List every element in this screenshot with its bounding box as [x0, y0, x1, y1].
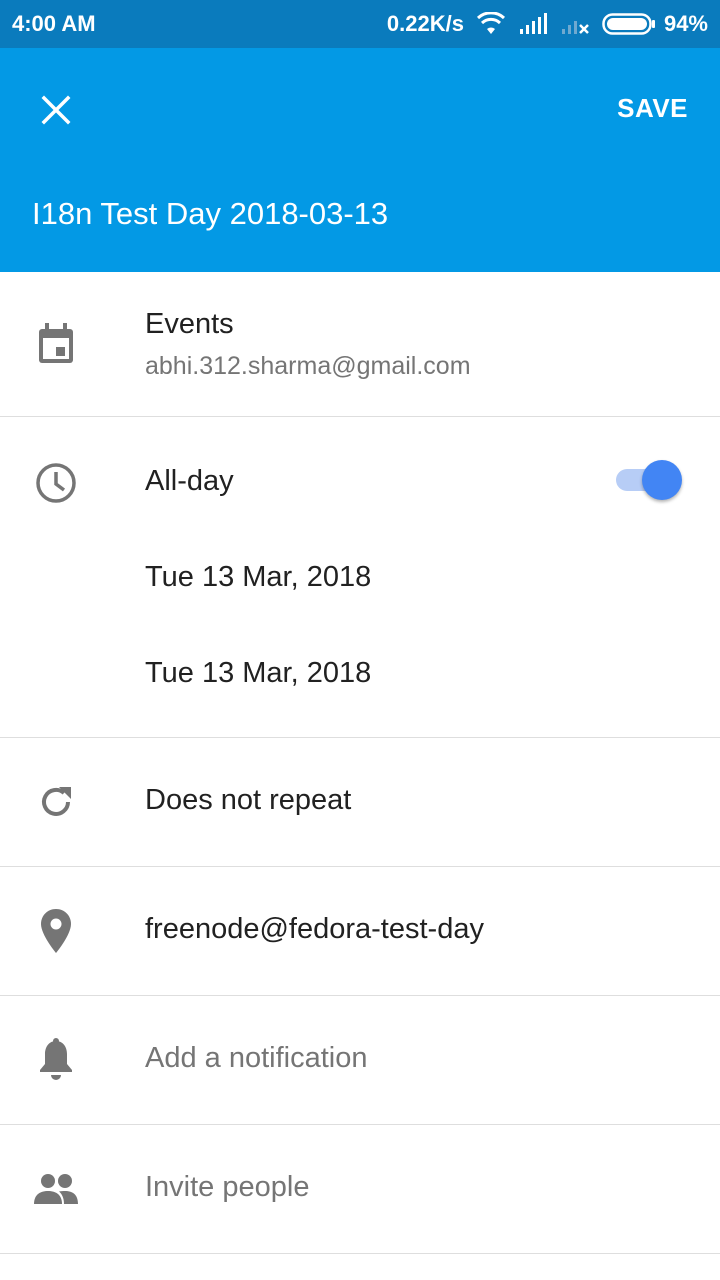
save-button[interactable]: SAVE	[617, 88, 688, 128]
repeat-icon	[32, 778, 80, 826]
status-indicators: 0.22K/s 94%	[387, 11, 708, 37]
battery-indicator: 94%	[602, 11, 708, 37]
status-bar: 4:00 AM 0.22K/s 94%	[0, 0, 720, 48]
toggle-knob	[642, 460, 682, 500]
all-day-toggle[interactable]	[616, 459, 682, 500]
repeat-row[interactable]: Does not repeat	[0, 738, 720, 867]
calendar-name: Events	[145, 308, 234, 340]
battery-icon	[602, 12, 656, 36]
clock-icon	[32, 459, 80, 507]
no-signal-icon	[560, 13, 590, 35]
repeat-label: Does not repeat	[145, 784, 352, 816]
calendar-icon	[32, 320, 80, 368]
notification-placeholder: Add a notification	[145, 1042, 368, 1074]
app-bar: SAVE I18n Test Day 2018-03-13	[0, 48, 720, 272]
invite-placeholder: Invite people	[145, 1171, 310, 1203]
time-section: All-day Tue 13 Mar, 2018 Tue 13 Mar, 201…	[0, 417, 720, 738]
notification-row[interactable]: Add a notification	[0, 996, 720, 1125]
event-title[interactable]: I18n Test Day 2018-03-13	[32, 196, 388, 232]
location-value: freenode@fedora-test-day	[145, 913, 484, 945]
bell-icon	[32, 1036, 80, 1084]
start-date[interactable]: Tue 13 Mar, 2018	[145, 561, 371, 594]
status-time: 4:00 AM	[12, 11, 96, 36]
people-icon	[32, 1165, 80, 1213]
network-speed: 0.22K/s	[386, 11, 464, 36]
calendar-account: abhi.312.sharma@gmail.com	[145, 352, 471, 380]
battery-percent: 94%	[663, 11, 708, 36]
all-day-label: All-day	[145, 465, 234, 497]
location-row[interactable]: freenode@fedora-test-day	[0, 867, 720, 996]
wifi-icon	[476, 12, 506, 36]
people-row[interactable]: Invite people	[0, 1125, 720, 1254]
location-pin-icon	[32, 907, 80, 955]
close-button[interactable]	[24, 80, 88, 144]
calendar-row[interactable]: Events abhi.312.sharma@gmail.com	[0, 272, 720, 417]
end-date[interactable]: Tue 13 Mar, 2018	[145, 657, 371, 690]
close-icon	[40, 94, 72, 131]
signal-icon	[518, 13, 548, 35]
